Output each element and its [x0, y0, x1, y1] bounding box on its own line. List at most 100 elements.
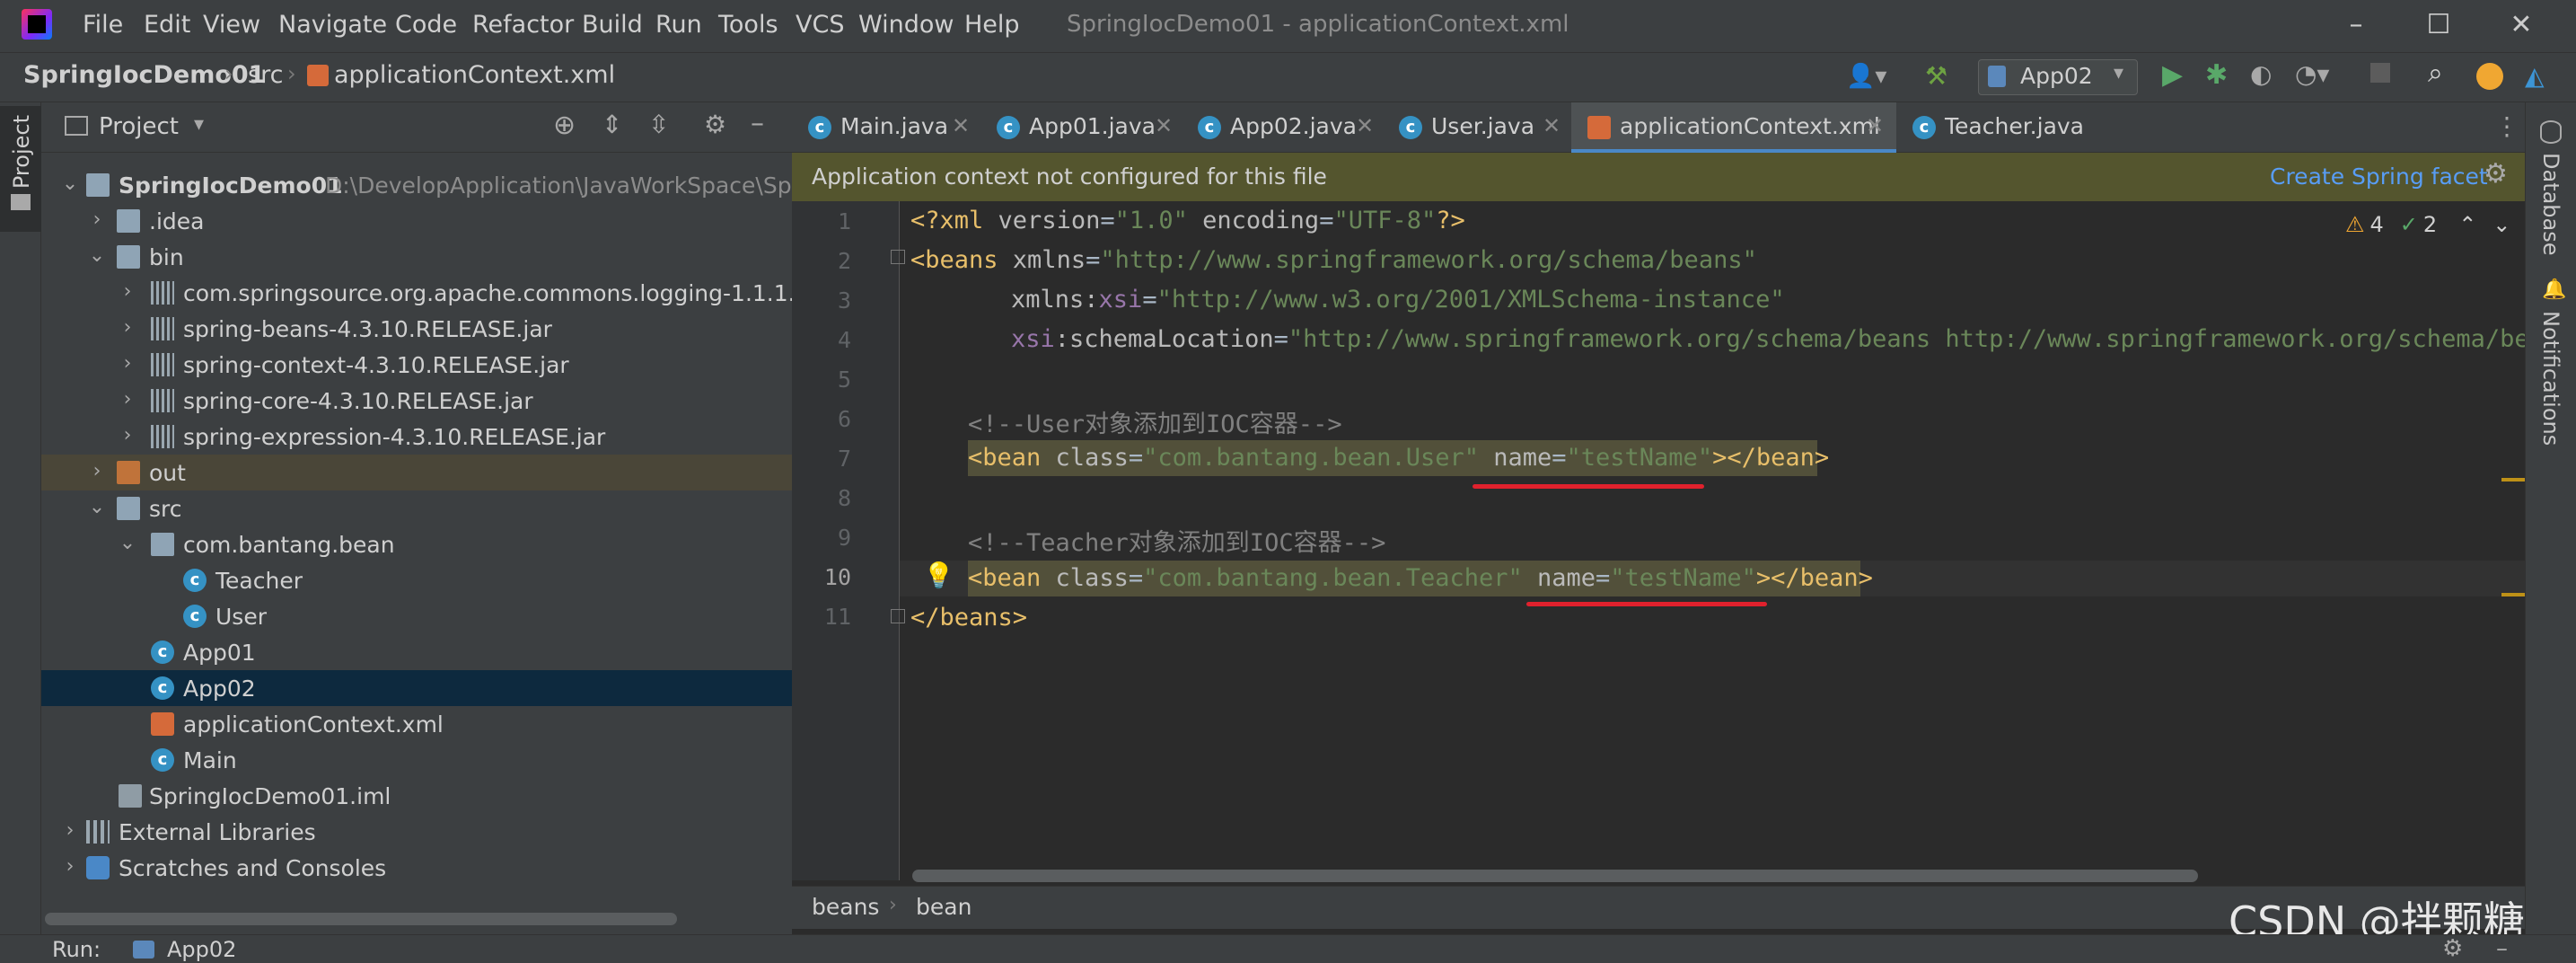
- menu-help[interactable]: Help: [964, 11, 1020, 39]
- menu-refactor[interactable]: Refactor: [472, 11, 574, 39]
- stop-icon[interactable]: [2370, 63, 2390, 83]
- tree-item-bin[interactable]: ⌄ bin: [41, 239, 792, 275]
- menu-file[interactable]: File: [83, 11, 123, 39]
- error-stripe-mark[interactable]: [2501, 593, 2525, 596]
- tree-item-spring-context-4-3-10-release-jar[interactable]: › spring-context-4.3.10.RELEASE.jar: [41, 347, 792, 383]
- gear-icon[interactable]: ⚙: [2442, 935, 2463, 962]
- tree-item-app02[interactable]: c App02: [41, 670, 792, 706]
- lightbulb-icon[interactable]: 💡: [923, 561, 954, 590]
- tab-teacher-java[interactable]: c Teacher.java: [1896, 102, 2103, 153]
- hide-panel-icon[interactable]: –: [2496, 935, 2508, 962]
- tab-app01-java[interactable]: c App01.java ✕: [980, 102, 1182, 153]
- tree-item-external-libraries[interactable]: › External Libraries: [41, 814, 792, 850]
- menu-code[interactable]: Code: [395, 11, 457, 39]
- tree-item-src[interactable]: ⌄ src: [41, 490, 792, 526]
- close-tab-icon[interactable]: ✕: [1155, 113, 1173, 138]
- menu-navigate[interactable]: Navigate: [278, 11, 387, 39]
- database-tool-button[interactable]: Database: [2538, 153, 2563, 256]
- chevron-right-icon[interactable]: ›: [86, 208, 108, 231]
- chevron-right-icon[interactable]: ›: [59, 855, 81, 878]
- chevron-right-icon[interactable]: ›: [59, 819, 81, 842]
- gear-icon[interactable]: ⚙: [704, 110, 726, 139]
- chevron-down-icon[interactable]: ⌄: [86, 496, 108, 518]
- tab-app02-java[interactable]: c App02.java ✕: [1182, 102, 1383, 153]
- tree-item-teacher[interactable]: c Teacher: [41, 562, 792, 598]
- fold-icon[interactable]: [891, 250, 905, 264]
- gear-icon[interactable]: ⚙: [2484, 158, 2508, 190]
- chevron-down-icon[interactable]: ⌄: [86, 244, 108, 267]
- tree-item-spring-expression-4-3-10-release-jar[interactable]: › spring-expression-4.3.10.RELEASE.jar: [41, 419, 792, 455]
- run-tab-app02[interactable]: App02: [167, 937, 236, 962]
- tree-item-applicationcontext-xml[interactable]: applicationContext.xml: [41, 706, 792, 742]
- chevron-right-icon[interactable]: ›: [117, 388, 138, 411]
- tab-main-java[interactable]: c Main.java ✕: [792, 102, 980, 153]
- close-tab-icon[interactable]: ✕: [1866, 113, 1884, 138]
- chevron-down-icon[interactable]: ⌄: [117, 532, 138, 554]
- chevron-right-icon[interactable]: ›: [117, 352, 138, 375]
- menu-window[interactable]: Window: [858, 11, 954, 39]
- breadcrumb-bean[interactable]: bean: [916, 894, 971, 920]
- run-configuration-dropdown[interactable]: App02 ▾: [1978, 59, 2138, 95]
- expand-all-icon[interactable]: ⇕: [602, 110, 622, 139]
- menu-build[interactable]: Build: [582, 11, 643, 39]
- project-tool-button[interactable]: Project: [0, 106, 41, 232]
- next-highlight-icon[interactable]: ⌄: [2492, 212, 2510, 237]
- maximize-icon[interactable]: ☐: [2417, 5, 2460, 45]
- user-icon[interactable]: 👤▾: [1846, 63, 1886, 90]
- tree-item-user[interactable]: c User: [41, 598, 792, 634]
- menu-vcs[interactable]: VCS: [796, 11, 844, 39]
- hide-panel-icon[interactable]: –: [751, 108, 764, 139]
- tab-applicationcontext-xml[interactable]: applicationContext.xml ✕: [1571, 102, 1896, 153]
- search-icon[interactable]: ⌕: [2428, 57, 2443, 89]
- tree-item-main[interactable]: c Main: [41, 742, 792, 778]
- chevron-right-icon[interactable]: ›: [117, 424, 138, 446]
- menu-tools[interactable]: Tools: [718, 11, 778, 39]
- close-tab-icon[interactable]: ✕: [1543, 113, 1561, 138]
- breadcrumb-file[interactable]: applicationContext.xml: [334, 61, 615, 89]
- tree-item-com-springsource-org-apache-commons-logging-1-1-1-jar[interactable]: › com.springsource.org.apache.commons.log…: [41, 275, 792, 311]
- chevron-down-icon[interactable]: ⌄: [59, 172, 81, 195]
- tree-item-spring-beans-4-3-10-release-jar[interactable]: › spring-beans-4.3.10.RELEASE.jar: [41, 311, 792, 347]
- run-icon[interactable]: ▶: [2162, 59, 2183, 91]
- menu-run[interactable]: Run: [655, 11, 702, 39]
- notifications-tool-button[interactable]: Notifications: [2538, 311, 2563, 446]
- debug-bug-icon[interactable]: ✱: [2205, 59, 2228, 91]
- breadcrumb-beans[interactable]: beans: [812, 894, 879, 920]
- tree-item-scratches-and-consoles[interactable]: › Scratches and Consoles: [41, 850, 792, 886]
- project-horizontal-scrollbar[interactable]: [45, 913, 677, 925]
- create-spring-facet-link[interactable]: Create Spring facet: [2270, 163, 2488, 190]
- chevron-down-icon[interactable]: ▾: [194, 113, 204, 136]
- tree-item-springiocdemo01[interactable]: ⌄ SpringIocDemo01 D:\DevelopApplication\Ja…: [41, 167, 792, 203]
- breadcrumb-src[interactable]: src: [248, 61, 283, 89]
- tree-item-out[interactable]: › out: [41, 455, 792, 490]
- fold-icon[interactable]: [891, 609, 905, 623]
- project-panel-title[interactable]: Project: [99, 113, 179, 140]
- error-stripe-mark[interactable]: [2501, 478, 2525, 482]
- close-tab-icon[interactable]: ✕: [952, 113, 970, 138]
- locate-icon[interactable]: ⊕: [553, 110, 576, 141]
- tree-item-springiocdemo01-iml[interactable]: SpringIocDemo01.iml: [41, 778, 792, 814]
- minimize-icon[interactable]: –: [2334, 5, 2378, 45]
- profile-icon[interactable]: ◔▾: [2295, 59, 2330, 89]
- code-with-me-icon[interactable]: ◭: [2525, 61, 2545, 91]
- update-icon[interactable]: [2476, 63, 2503, 90]
- build-hammer-icon[interactable]: ⚒: [1925, 61, 1947, 91]
- more-tabs-icon[interactable]: ⋮: [2494, 111, 2519, 141]
- editor-horizontal-scrollbar[interactable]: [912, 870, 2198, 882]
- tree-item-idea[interactable]: › .idea: [41, 203, 792, 239]
- menu-edit[interactable]: Edit: [144, 11, 190, 39]
- collapse-all-icon[interactable]: ⇳: [648, 110, 669, 139]
- chevron-right-icon[interactable]: ›: [86, 460, 108, 482]
- tab-user-java[interactable]: c User.java ✕: [1383, 102, 1571, 153]
- chevron-right-icon[interactable]: ›: [117, 316, 138, 339]
- coverage-icon[interactable]: ◐: [2250, 59, 2272, 89]
- close-tab-icon[interactable]: ✕: [1356, 113, 1374, 138]
- menu-view[interactable]: View: [203, 11, 260, 39]
- inspection-widget[interactable]: ⚠ 4 ✓ 2 ⌃ ⌄: [2345, 212, 2510, 237]
- previous-highlight-icon[interactable]: ⌃: [2458, 212, 2476, 237]
- chevron-right-icon[interactable]: ›: [117, 280, 138, 303]
- close-icon[interactable]: ✕: [2500, 5, 2543, 45]
- tree-item-app01[interactable]: c App01: [41, 634, 792, 670]
- tree-item-com-bantang-bean[interactable]: ⌄ com.bantang.bean: [41, 526, 792, 562]
- tree-item-spring-core-4-3-10-release-jar[interactable]: › spring-core-4.3.10.RELEASE.jar: [41, 383, 792, 419]
